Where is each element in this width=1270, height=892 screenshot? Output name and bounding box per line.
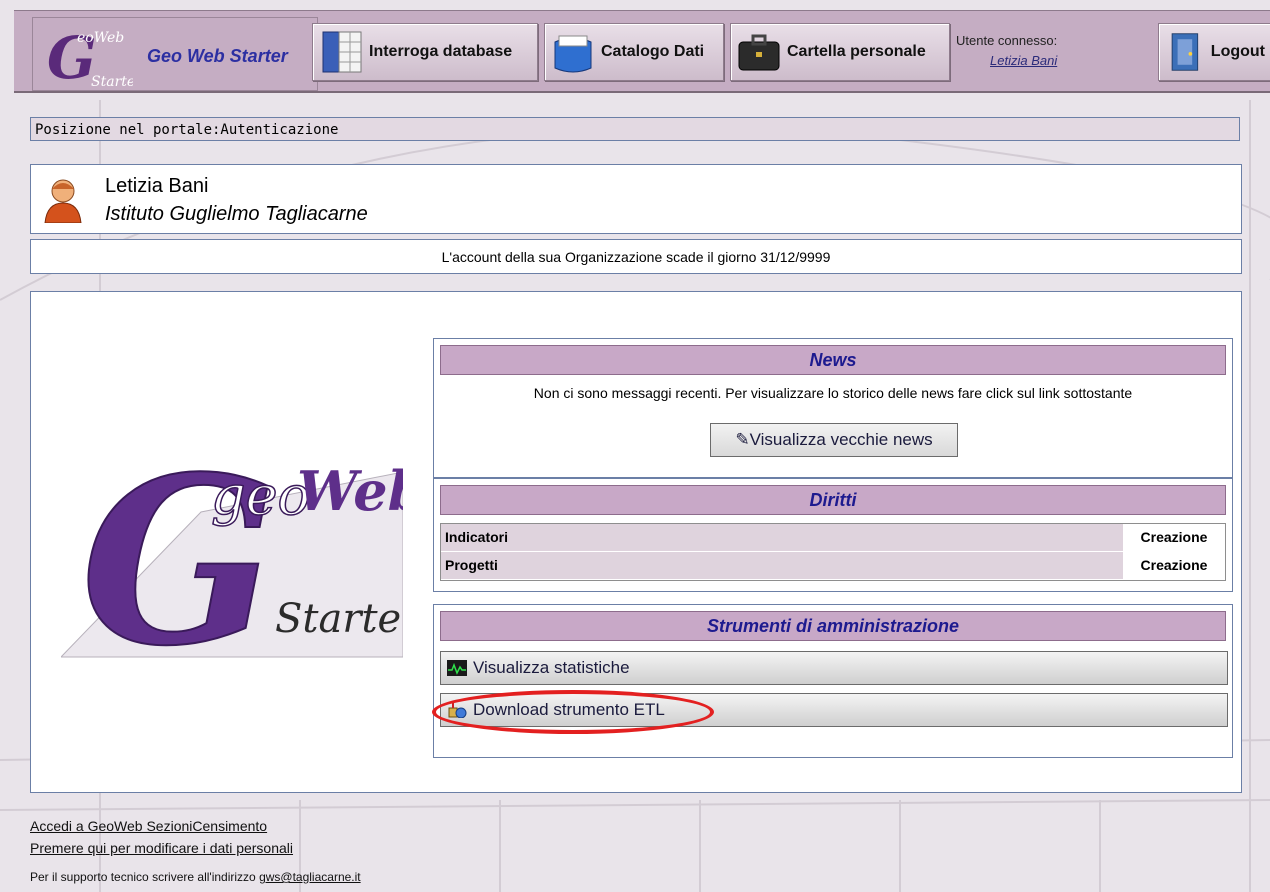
database-icon: [322, 31, 362, 73]
gws-logo-icon: G eoWeb Starter: [33, 18, 143, 92]
rights-table: Indicatori Creazione Progetti Creazione: [440, 523, 1226, 581]
briefcase-icon: [738, 34, 780, 71]
user-info-panel: Letizia Bani Istituto Guglielmo Tagliaca…: [30, 164, 1242, 234]
right-value: Creazione: [1123, 552, 1225, 579]
eraser-icon: ✎: [735, 430, 750, 449]
user-organization: Istituto Guglielmo Tagliacarne: [105, 203, 368, 225]
right-value: Creazione: [1123, 524, 1225, 551]
breadcrumb: Posizione nel portale:Autenticazione: [30, 117, 1240, 141]
download-etl-button[interactable]: Download strumento ETL: [440, 693, 1228, 727]
user-full-name: Letizia Bani: [105, 175, 209, 197]
edit-personal-data-link[interactable]: Premere qui per modificare i dati person…: [30, 840, 293, 856]
door-exit-icon: [1171, 33, 1199, 71]
support-email-link[interactable]: gws@tagliacarne.it: [259, 870, 361, 884]
connected-user-link[interactable]: Letizia Bani: [990, 53, 1057, 68]
table-row: Indicatori Creazione: [441, 524, 1225, 552]
old-news-button[interactable]: ✎Visualizza vecchie news: [710, 423, 958, 457]
logo-word-starter: Starter: [275, 596, 403, 642]
rights-section: Diritti Indicatori Creazione Progetti Cr…: [433, 478, 1233, 592]
rights-header: Diritti: [440, 485, 1226, 515]
app-title: Geo Web Starter: [147, 46, 288, 66]
top-toolbar: G eoWeb Starter Geo Web Starter Interrog…: [14, 10, 1270, 93]
connected-user: Utente connesso: Letizia Bani: [956, 33, 1058, 68]
etl-package-icon: [448, 702, 467, 718]
geoweb-starter-logo: G geo Web Starter: [61, 432, 403, 662]
support-info: Per il supporto tecnico scrivere all'ind…: [30, 870, 361, 884]
catalog-icon: [554, 35, 592, 73]
monitor-chart-icon: [447, 660, 467, 676]
svg-text:eoWeb: eoWeb: [77, 30, 124, 46]
user-avatar-icon: [44, 179, 82, 223]
account-expiry: L'account della sua Organizzazione scade…: [30, 239, 1242, 274]
admin-tools-header: Strumenti di amministrazione: [440, 611, 1226, 641]
svg-text:Starter: Starter: [91, 74, 133, 90]
news-header: News: [440, 345, 1226, 375]
admin-tools-section: Strumenti di amministrazione Visualizza …: [433, 604, 1233, 758]
logo-word-web: Web: [297, 459, 403, 523]
main-panel: G geo Web Starter News Non ci sono messa…: [30, 291, 1242, 793]
right-name: Progetti: [441, 552, 1123, 579]
census-link[interactable]: Accedi a GeoWeb SezioniCensimento: [30, 818, 267, 834]
logo-word-geo: geo: [211, 464, 310, 527]
right-name: Indicatori: [441, 524, 1123, 551]
logout-button[interactable]: Logout: [1158, 23, 1270, 81]
query-database-button[interactable]: Interroga database: [312, 23, 538, 81]
news-message: Non ci sono messaggi recenti. Per visual…: [533, 385, 1133, 401]
personal-folder-button[interactable]: Cartella personale: [730, 23, 950, 81]
data-catalog-button[interactable]: Catalogo Dati: [544, 23, 724, 81]
news-section: News Non ci sono messaggi recenti. Per v…: [433, 338, 1233, 478]
view-statistics-button[interactable]: Visualizza statistiche: [440, 651, 1228, 685]
app-logo[interactable]: G eoWeb Starter Geo Web Starter: [32, 17, 318, 92]
table-row: Progetti Creazione: [441, 552, 1225, 580]
